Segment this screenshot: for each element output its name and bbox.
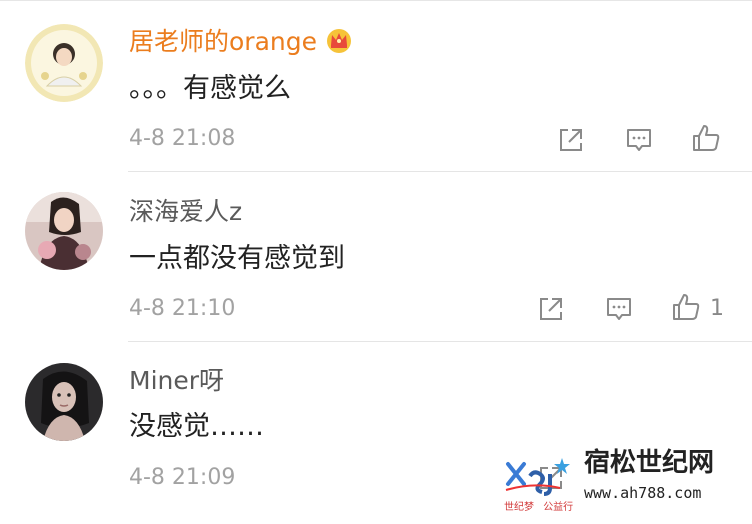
share-icon[interactable] [535,293,567,325]
username[interactable]: 居老师的orange [129,26,355,57]
timestamp: 4-8 21:10 [129,296,236,321]
timestamp: 4-8 21:08 [129,126,236,151]
watermark-title: 宿松世纪网 [584,448,715,478]
comment-feed: 居老师的orange 。。。有感觉么 4-8 21:08 深海爱人z 一点都没有… [0,0,752,524]
comment-text: 没感觉…… [129,411,264,442]
comment-text: 一点都没有感觉到 [129,243,345,274]
comment-text: 。。。有感觉么 [129,73,291,104]
watermark-url: www.ah788.com [584,484,702,502]
like-icon[interactable] [690,122,722,154]
watermark-slogan-left: 世纪梦 [504,502,534,513]
share-icon[interactable] [555,124,587,156]
username-text[interactable]: 居老师的orange [129,27,317,56]
comment-item: 居老师的orange 。。。有感觉么 4-8 21:08 [0,0,752,172]
avatar[interactable] [25,192,103,270]
comment-icon[interactable] [603,293,635,325]
avatar[interactable] [25,363,103,441]
timestamp: 4-8 21:09 [129,465,236,490]
username[interactable]: 深海爱人z [129,197,242,227]
like-count: 1 [710,296,724,321]
watermark-slogan: 世纪梦 公益行 [504,502,573,514]
avatar[interactable] [25,24,103,102]
username[interactable]: Miner呀 [129,366,224,396]
watermark: 宿松世纪网 www.ah788.com 世纪梦 公益行 [504,446,744,516]
comment-icon[interactable] [623,124,655,156]
comment-item: 深海爱人z 一点都没有感觉到 4-8 21:10 1 [0,172,752,342]
like-icon[interactable] [670,291,702,323]
crown-icon [323,26,355,54]
watermark-slogan-right: 公益行 [543,502,574,513]
watermark-logo-icon [504,454,576,504]
